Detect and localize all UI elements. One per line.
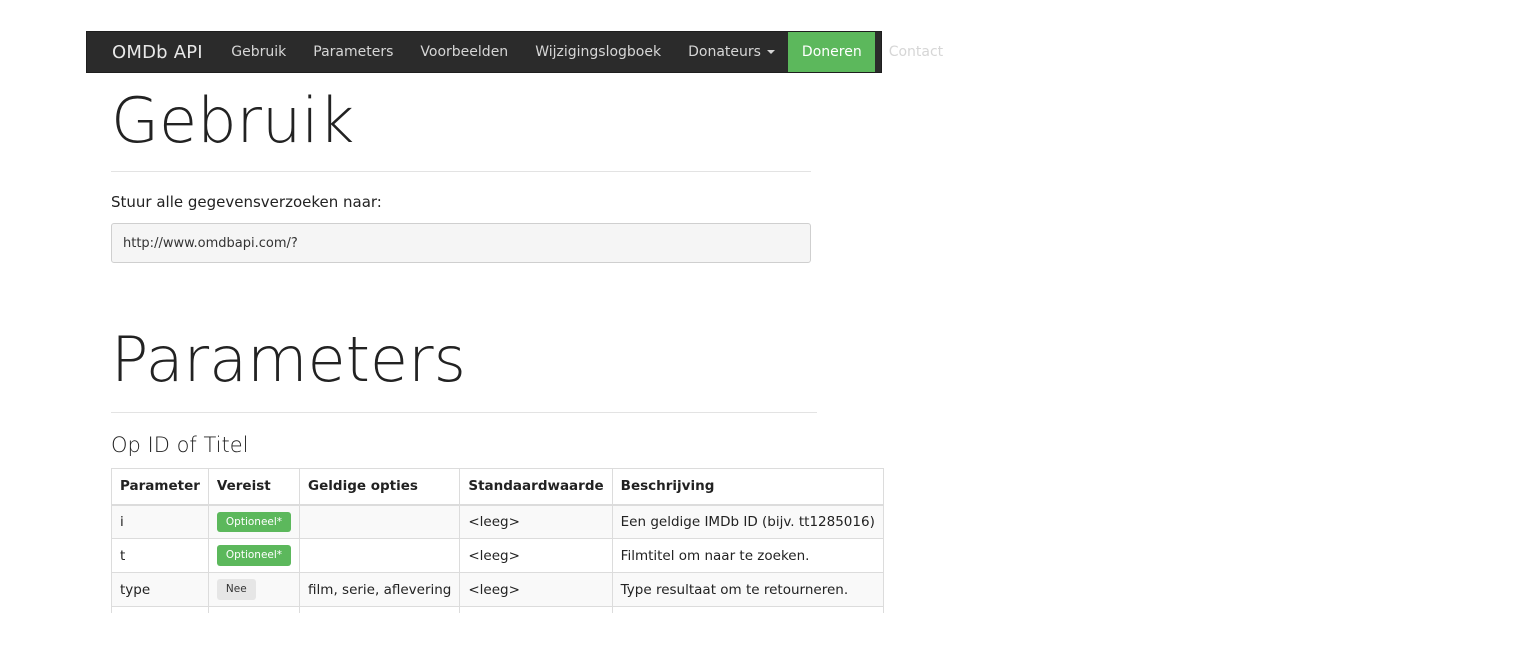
usage-intro-text: Stuur alle gegevensverzoeken naar: xyxy=(111,193,382,211)
cell-options: film, serie, aflevering xyxy=(299,572,461,607)
brand-link[interactable]: OMDb API xyxy=(87,32,218,72)
nav-item-donateurs-dropdown[interactable]: Donateurs xyxy=(675,32,789,72)
nav-item-contact[interactable]: Contact xyxy=(875,32,956,72)
cell-empty xyxy=(611,606,884,613)
cell-empty xyxy=(299,606,461,613)
cell-param: t xyxy=(111,538,209,573)
cell-default: <leeg> xyxy=(459,572,613,607)
cell-required: Optioneel* xyxy=(207,538,301,573)
nav-item-parameters[interactable]: Parameters xyxy=(300,32,407,72)
required-badge: Optioneel* xyxy=(216,545,292,566)
table-row: i Optioneel* <leeg> Een geldige IMDb ID … xyxy=(111,504,884,539)
cell-description: Type resultaat om te retourneren. xyxy=(611,572,884,607)
cell-empty xyxy=(459,606,613,613)
cell-options xyxy=(299,538,461,573)
cell-empty xyxy=(111,606,209,613)
cell-required: Optioneel* xyxy=(207,504,301,539)
table-row: t Optioneel* <leeg> Filmtitel om naar te… xyxy=(111,538,884,573)
header-parameter: Parameter xyxy=(111,468,209,506)
usage-divider xyxy=(111,171,811,172)
cell-default: <leeg> xyxy=(459,504,613,539)
header-default-value: Standaardwaarde xyxy=(459,468,613,506)
api-url-text: http://www.omdbapi.com/? xyxy=(123,235,298,251)
usage-heading: Gebruik xyxy=(111,84,355,157)
cell-description: Een geldige IMDb ID (bijv. tt1285016) xyxy=(611,504,884,539)
header-description: Beschrijving xyxy=(611,468,884,506)
parameters-table: Parameter Vereist Geldige opties Standaa… xyxy=(111,468,884,613)
api-url-box[interactable]: http://www.omdbapi.com/? xyxy=(111,223,811,263)
table-row: type Nee film, serie, aflevering <leeg> … xyxy=(111,572,884,607)
nav-item-donateurs-label: Donateurs xyxy=(688,44,761,60)
required-badge: Optioneel* xyxy=(216,511,292,532)
header-required: Vereist xyxy=(207,468,301,506)
cell-description: Filmtitel om naar te zoeken. xyxy=(611,538,884,573)
table-header-row: Parameter Vereist Geldige opties Standaa… xyxy=(111,468,884,506)
page: OMDb API Gebruik Parameters Voorbeelden … xyxy=(0,0,1538,672)
id-title-subheading: Op ID of Titel xyxy=(111,433,249,457)
cell-param: type xyxy=(111,572,209,607)
navbar: OMDb API Gebruik Parameters Voorbeelden … xyxy=(86,31,943,73)
nav-item-doneren[interactable]: Doneren xyxy=(788,32,876,72)
cell-required: Nee xyxy=(207,572,301,607)
table-row-cut-off xyxy=(111,606,884,613)
parameters-divider xyxy=(111,412,817,413)
header-valid-options: Geldige opties xyxy=(299,468,461,506)
nav-item-gebruik[interactable]: Gebruik xyxy=(218,32,300,72)
cell-empty xyxy=(207,606,301,613)
cell-default: <leeg> xyxy=(459,538,613,573)
required-badge: Nee xyxy=(216,579,256,600)
cell-options xyxy=(299,504,461,539)
nav-item-wijzigingslogboek[interactable]: Wijzigingslogboek xyxy=(522,32,675,72)
caret-down-icon xyxy=(766,50,775,54)
cell-param: i xyxy=(111,504,209,539)
nav-item-voorbeelden[interactable]: Voorbeelden xyxy=(407,32,522,72)
parameters-heading: Parameters xyxy=(111,323,466,396)
